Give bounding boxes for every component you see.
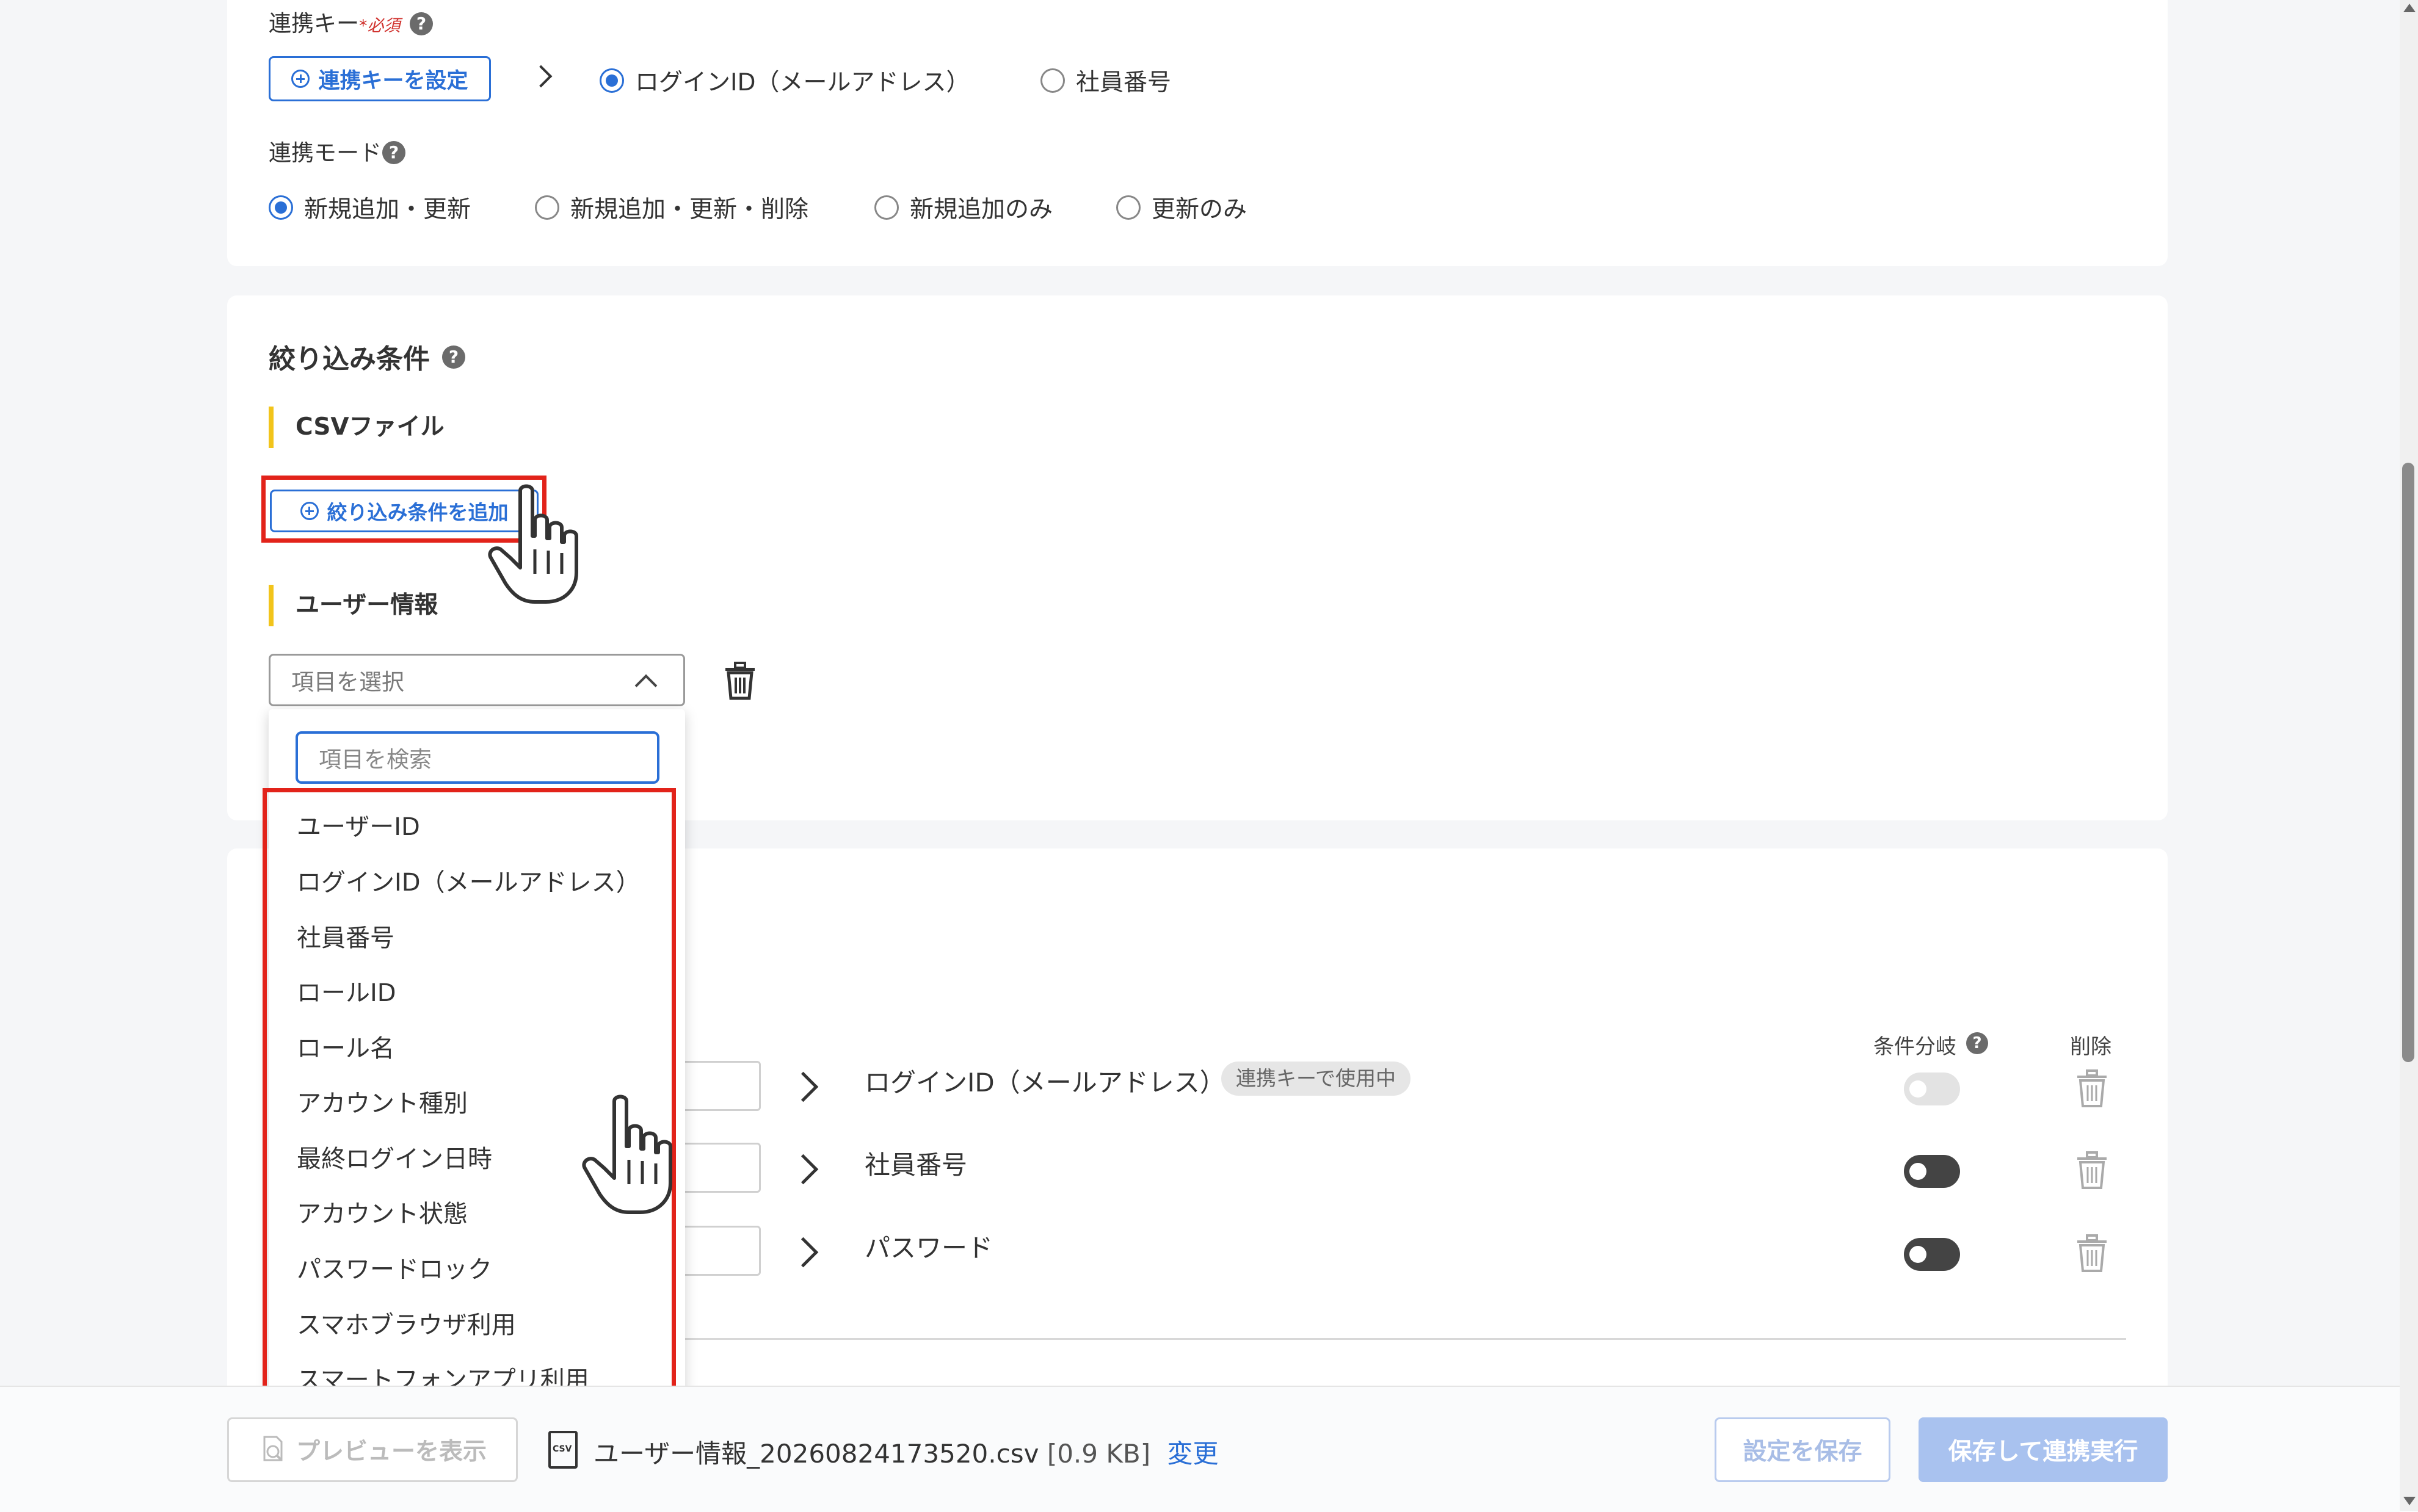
sync-mode-help-icon[interactable]: ? <box>382 141 405 164</box>
change-file-link[interactable]: 変更 <box>1167 1439 1218 1469</box>
field-search-placeholder: 項目を検索 <box>319 747 432 773</box>
radio-button <box>1116 195 1141 220</box>
sync-key-label-text: 連携キー <box>269 10 359 37</box>
radio-mode-add-update-delete-label: 新規追加・更新・削除 <box>570 196 809 223</box>
radio-button <box>535 195 559 220</box>
file-size: [0.9 KB] <box>1047 1439 1151 1469</box>
scroll-down-arrow[interactable] <box>2403 1497 2416 1505</box>
preview-button-label: プレビューを表示 <box>296 1438 487 1466</box>
sync-key-label: 連携キー*必須 <box>269 5 401 38</box>
radio-mode-update-only-label: 更新のみ <box>1152 196 1247 223</box>
radio-button <box>874 195 899 220</box>
hand-pointer-icon <box>582 1094 672 1214</box>
radio-mode-add-update[interactable]: 新規追加・更新 <box>269 190 471 225</box>
radio-button <box>1040 68 1065 93</box>
divider <box>659 1338 2126 1340</box>
radio-button-selected <box>269 195 293 220</box>
condition-branch-toggle <box>1904 1073 1960 1105</box>
filter-help-icon[interactable]: ? <box>442 345 465 369</box>
trash-icon[interactable] <box>2075 1151 2109 1190</box>
hand-pointer-icon <box>488 484 578 604</box>
file-name: ユーザー情報_20260824173520.csv [0.9 KB] 変更 <box>594 1433 1218 1470</box>
condition-branch-header: 条件分岐 <box>1873 1035 1956 1059</box>
sync-key-help-icon[interactable]: ? <box>410 12 433 35</box>
radio-key-employee-no-label: 社員番号 <box>1076 69 1172 96</box>
condition-branch-help-icon[interactable]: ? <box>1966 1032 1988 1054</box>
csv-file-heading: CSVファイル <box>269 407 445 448</box>
target-field-label: 社員番号 <box>865 1150 968 1180</box>
chevron-up-icon <box>634 674 658 697</box>
target-field-label: パスワード <box>865 1233 993 1263</box>
radio-mode-update-only[interactable]: 更新のみ <box>1116 190 1247 225</box>
user-info-heading: ユーザー情報 <box>269 585 438 626</box>
condition-branch-toggle[interactable] <box>1904 1155 1960 1188</box>
save-settings-button[interactable]: 設定を保存 <box>1715 1417 1890 1482</box>
filter-title: 絞り込み条件 <box>269 344 430 375</box>
required-asterisk: * <box>359 16 368 35</box>
sync-mode-label: 連携モード <box>269 140 382 166</box>
field-search-input[interactable]: 項目を検索 <box>296 731 659 784</box>
set-sync-key-button[interactable]: 連携キーを設定 <box>269 56 491 101</box>
save-and-run-button[interactable]: 保存して連携実行 <box>1919 1417 2168 1482</box>
radio-key-employee-no[interactable]: 社員番号 <box>1040 63 1171 98</box>
radio-key-login-id-label: ログインID（メールアドレス） <box>635 69 970 96</box>
search-file-icon <box>263 1436 283 1461</box>
field-select-placeholder: 項目を選択 <box>291 669 404 695</box>
delete-header: 削除 <box>2070 1035 2111 1059</box>
trash-icon[interactable] <box>2075 1234 2109 1273</box>
set-sync-key-label: 連携キーを設定 <box>318 68 468 93</box>
preview-button[interactable]: プレビューを表示 <box>227 1417 518 1482</box>
condition-branch-toggle[interactable] <box>1904 1238 1960 1271</box>
target-field-label: ログインID（メールアドレス） <box>865 1068 1225 1098</box>
radio-mode-add-only[interactable]: 新規追加のみ <box>874 190 1053 225</box>
csv-file-icon-text: CSV <box>553 1444 572 1454</box>
plus-circle-icon <box>291 70 310 88</box>
radio-button-selected <box>600 68 624 93</box>
radio-mode-add-update-label: 新規追加・更新 <box>304 196 471 223</box>
radio-key-login-id[interactable]: ログインID（メールアドレス） <box>600 63 970 98</box>
file-name-text: ユーザー情報_20260824173520.csv <box>594 1439 1039 1469</box>
radio-mode-add-only-label: 新規追加のみ <box>910 196 1053 223</box>
scroll-up-arrow[interactable] <box>2403 4 2416 12</box>
field-select[interactable]: 項目を選択 <box>269 654 685 706</box>
sync-settings-card <box>227 0 2168 266</box>
required-text: 必須 <box>367 16 401 35</box>
csv-file-icon: CSV <box>548 1431 578 1469</box>
radio-mode-add-update-delete[interactable]: 新規追加・更新・削除 <box>535 190 808 225</box>
sync-key-badge: 連携キーで使用中 <box>1221 1062 1411 1096</box>
scrollbar-thumb[interactable] <box>2402 463 2414 1062</box>
trash-icon[interactable] <box>2075 1069 2109 1109</box>
trash-icon[interactable] <box>723 662 757 701</box>
